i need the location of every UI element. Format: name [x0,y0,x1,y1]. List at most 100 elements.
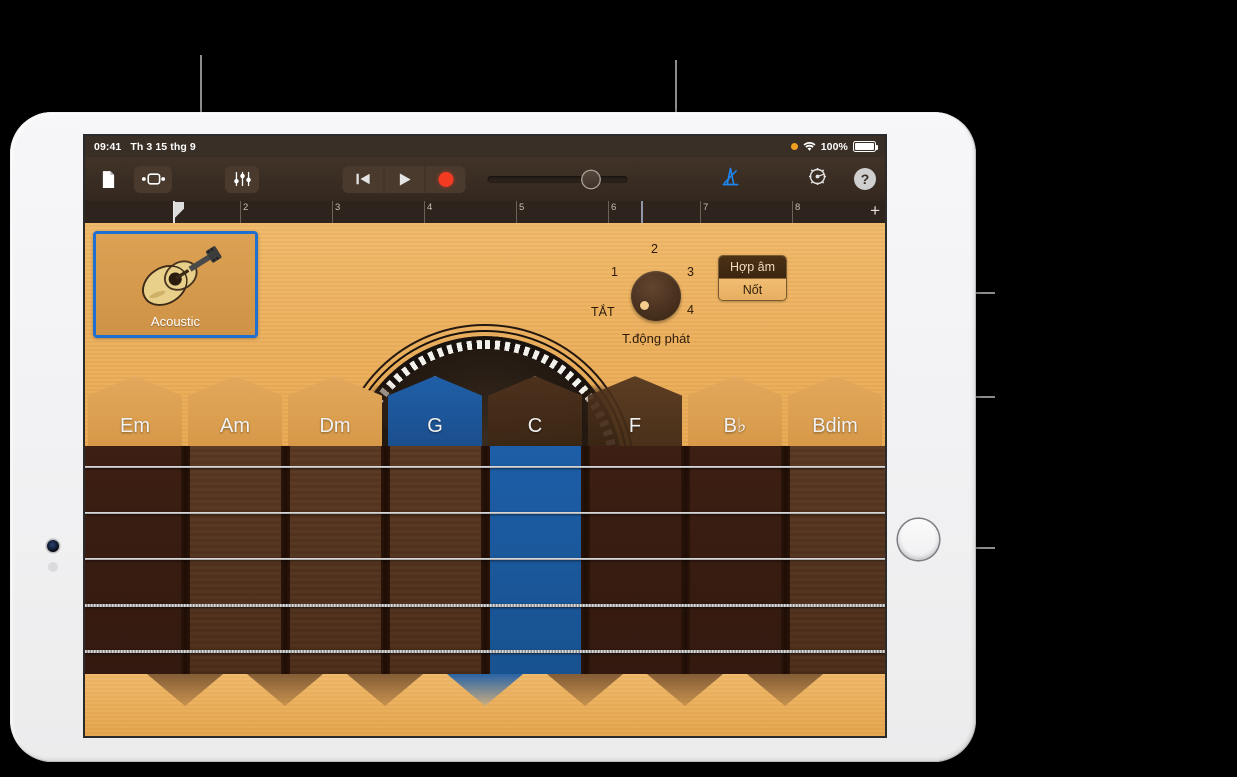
chord-label: Bdim [812,415,858,437]
autoplay-position-1[interactable]: 1 [611,265,618,279]
add-track-button[interactable]: + [870,202,880,219]
timeline-ruler[interactable]: 1 2 3 4 5 6 7 8 + [85,201,885,223]
help-button[interactable]: ? [854,168,876,190]
column-notch [547,674,623,706]
main-toolbar: ? [85,157,885,201]
chord-note-toggle[interactable]: Hợp âm Nốt [718,255,787,301]
autoplay-position-2[interactable]: 2 [651,242,658,256]
chord-button-f[interactable]: F [585,376,685,446]
track-view-icon[interactable] [134,165,172,193]
toggle-option-note[interactable]: Nốt [719,278,786,300]
autoplay-knob[interactable] [631,271,681,321]
metronome-icon[interactable] [720,166,741,192]
chord-button-g[interactable]: G [385,376,485,446]
fret-column[interactable] [685,446,785,674]
record-icon[interactable] [424,165,466,193]
chord-label: C [527,415,543,437]
status-bar: 09:41 Th 3 15 thg 9 100% [85,136,885,157]
chord-label: B♭ [723,415,747,437]
master-volume-knob[interactable] [582,170,600,188]
mixer-sliders-icon[interactable] [225,165,259,193]
chord-button-am[interactable]: Am [185,376,285,446]
bar-label: 8 [795,202,801,213]
fret-column[interactable] [85,446,185,674]
fret-divider [681,446,690,674]
fret-column[interactable] [185,446,285,674]
home-button[interactable] [898,519,939,560]
autoplay-position-3[interactable]: 3 [687,265,694,279]
chord-button-c[interactable]: C [485,376,585,446]
play-icon[interactable] [383,165,425,193]
gear-icon[interactable] [807,166,828,192]
guitar-string[interactable] [85,558,885,560]
autoplay-caption: T.động phát [622,331,690,346]
chord-label: Am [220,415,250,437]
fret-column[interactable] [785,446,885,674]
toolbar-left-group [85,165,259,193]
front-camera-icon [47,540,59,552]
fret-divider [581,446,590,674]
instrument-name-label: Acoustic [150,314,201,329]
fret-divider [281,446,290,674]
chord-label: Dm [319,415,351,437]
document-icon[interactable] [93,166,123,193]
fret-column[interactable] [285,446,385,674]
chord-strip: Em Am Dm G C F B♭ Bdim [85,376,885,446]
secondary-playhead [641,201,643,223]
autoplay-knob-indicator [640,301,649,310]
bar-label: 2 [243,202,249,213]
column-notch-selected [447,674,523,706]
guitar-string[interactable] [85,466,885,468]
fret-column[interactable] [585,446,685,674]
fret-divider [781,446,790,674]
chord-label: Em [120,415,150,437]
battery-percent: 100% [820,140,848,153]
ambient-sensor-icon [48,562,58,572]
guitar-instrument-surface: Acoustic 1 2 3 4 TẮT T.động phát Hợp âm … [85,223,885,736]
master-volume-slider[interactable] [487,170,628,188]
toggle-option-chord[interactable]: Hợp âm [719,256,786,278]
chord-label: F [628,415,642,437]
battery-icon [853,141,878,152]
rewind-to-start-icon[interactable] [343,166,384,193]
autoplay-control[interactable]: 1 2 3 4 TẮT T.động phát [591,242,705,353]
column-notch [247,674,323,706]
bar-label: 5 [519,202,525,213]
column-notch [347,674,423,706]
guitar-string[interactable] [85,650,885,653]
fret-divider [181,446,190,674]
chord-button-em[interactable]: Em [85,376,185,446]
status-bar-right: 100% [790,140,878,153]
autoplay-position-4[interactable]: 4 [687,303,694,317]
acoustic-guitar-icon [96,230,255,314]
bar-label: 7 [703,202,709,213]
guitar-string[interactable] [85,512,885,514]
ipad-screen: 09:41 Th 3 15 thg 9 100% ? 2 3 4 5 6 7 8… [85,136,885,736]
bar-label: 6 [611,202,617,213]
bar-label: 4 [427,202,433,213]
fret-divider [381,446,390,674]
toolbar-center-group [342,165,628,193]
chord-button-bb[interactable]: B♭ [685,376,785,446]
guitar-string[interactable] [85,604,885,607]
fret-column-selected[interactable] [485,446,585,674]
column-notch [647,674,723,706]
bottom-wood-panel [85,674,885,736]
status-date: Th 3 15 thg 9 [130,140,196,153]
status-time: 09:41 [94,140,122,153]
column-notch [747,674,823,706]
playhead-marker[interactable] [173,202,184,222]
fret-column[interactable] [385,446,485,674]
column-notch [147,674,223,706]
transport-controls [342,165,466,193]
ipad-device-frame: 09:41 Th 3 15 thg 9 100% ? 2 3 4 5 6 7 8… [10,112,976,762]
chord-button-dm[interactable]: Dm [285,376,385,446]
autoplay-off-label[interactable]: TẮT [591,305,615,319]
chord-label: G [427,415,443,437]
fretboard-strings-area[interactable] [85,446,885,674]
chord-button-bdim[interactable]: Bdim [785,376,885,446]
status-bar-left: 09:41 Th 3 15 thg 9 [94,141,196,153]
fret-divider [481,446,490,674]
toolbar-right-group: ? [720,166,876,192]
instrument-selector-card[interactable]: Acoustic [93,231,258,338]
